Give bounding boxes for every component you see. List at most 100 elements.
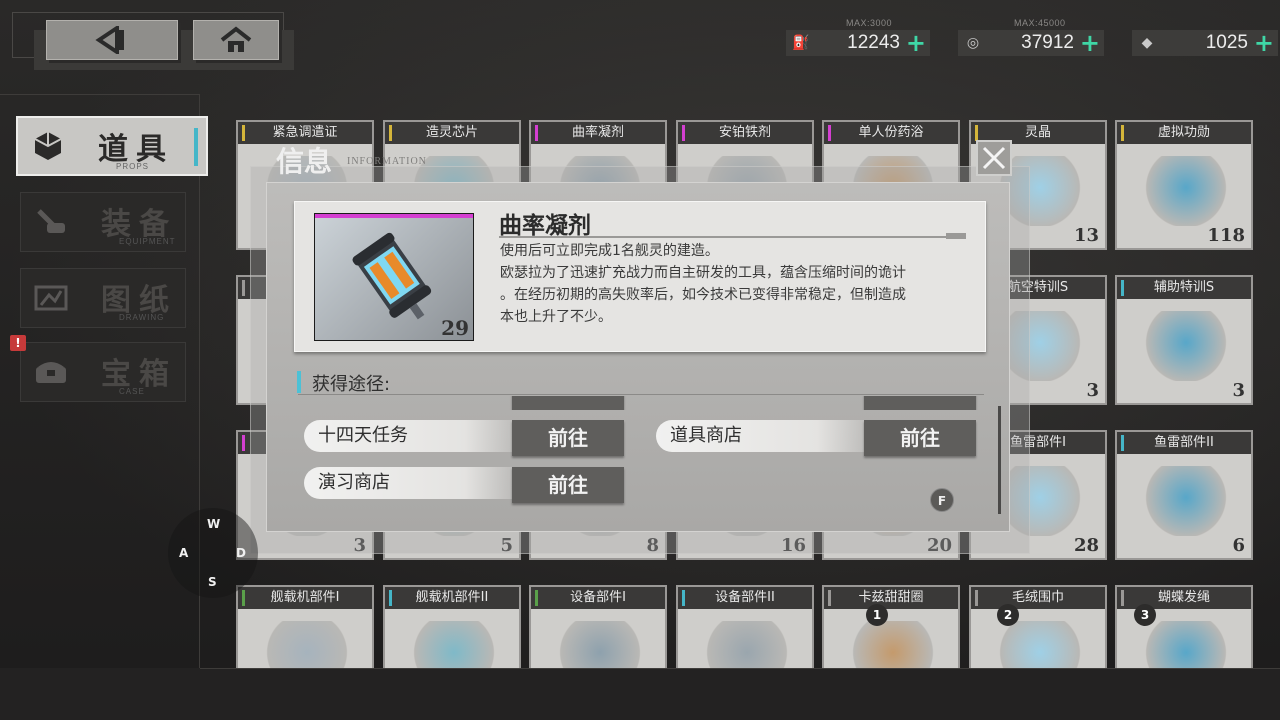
back-button[interactable] bbox=[46, 20, 178, 60]
resource-oil: MAX:3000 ⛽ 12243 + bbox=[786, 18, 930, 56]
sources-title: 获得途径: bbox=[312, 374, 391, 395]
menu-item-equipment[interactable]: 装备 EQUIPMENT bbox=[20, 192, 186, 252]
blueprint-icon bbox=[21, 268, 81, 328]
oil-icon: ⛽ bbox=[792, 35, 810, 51]
sources-accent-bar bbox=[297, 371, 301, 393]
item-card-title: 辅助特训S bbox=[1117, 277, 1251, 299]
item-card-title: 舰载机部件II bbox=[385, 587, 519, 609]
menu-item-drawing[interactable]: 图纸 DRAWING bbox=[20, 268, 186, 328]
rarity-marker bbox=[242, 590, 245, 606]
source-row: 演习商店 前往 bbox=[304, 467, 624, 503]
close-button[interactable] bbox=[976, 140, 1012, 176]
item-thumbnail bbox=[559, 621, 641, 668]
item-thumbnail bbox=[1145, 466, 1227, 536]
item-card[interactable]: 舰载机部件II bbox=[383, 585, 521, 668]
go-button[interactable] bbox=[512, 396, 624, 410]
rarity-marker bbox=[682, 125, 685, 141]
active-indicator bbox=[194, 128, 198, 166]
sources-scrollbar[interactable] bbox=[998, 406, 1001, 514]
item-card[interactable]: 虚拟功勋 118 bbox=[1115, 120, 1253, 250]
item-thumbnail bbox=[852, 621, 934, 668]
item-thumbnail bbox=[266, 621, 348, 668]
rarity-marker bbox=[389, 590, 392, 606]
resource-gem-value: 1025 bbox=[1205, 32, 1248, 53]
s-key-hint: S bbox=[208, 575, 217, 589]
item-card-count: 28 bbox=[1073, 535, 1099, 556]
rarity-marker bbox=[1121, 590, 1124, 606]
a-key-hint: A bbox=[179, 546, 189, 560]
source-label: 十四天任务 bbox=[304, 420, 534, 452]
resource-oil-max: MAX:3000 bbox=[846, 18, 893, 28]
item-card[interactable]: 蝴蝶发绳 bbox=[1115, 585, 1253, 668]
chest-icon bbox=[21, 342, 81, 402]
rarity-marker bbox=[242, 125, 245, 141]
rarity-marker bbox=[828, 590, 831, 606]
rarity-marker bbox=[1121, 435, 1124, 451]
menu-sublabel: DRAWING bbox=[119, 313, 165, 322]
source-label: 道具商店 bbox=[656, 420, 886, 452]
dialog-subtitle: INFORMATION bbox=[347, 156, 427, 167]
go-button[interactable]: 前往 bbox=[512, 420, 624, 456]
item-card[interactable]: 设备部件II bbox=[676, 585, 814, 668]
add-gem-button[interactable]: + bbox=[1254, 31, 1274, 55]
go-button[interactable] bbox=[864, 396, 976, 410]
cannon-icon bbox=[21, 192, 81, 252]
item-card[interactable]: 辅助特训S 3 bbox=[1115, 275, 1253, 405]
coin-icon: ◎ bbox=[966, 35, 980, 51]
source-label: 演习商店 bbox=[304, 467, 534, 499]
d-key-hint: D bbox=[236, 546, 246, 560]
hotkey-2-hint: 2 bbox=[997, 604, 1019, 626]
menu-item-case[interactable]: 宝箱 CASE bbox=[20, 342, 186, 402]
alert-badge: ! bbox=[10, 335, 26, 351]
hotkey-1-hint: 1 bbox=[866, 604, 888, 626]
item-description: 使用后可立即完成1名舰灵的建造。 欧瑟拉为了迅速扩充战力而自主研发的工具，蕴含压… bbox=[500, 240, 940, 328]
rarity-stripe bbox=[315, 214, 473, 218]
item-card-count: 3 bbox=[1086, 380, 1099, 401]
rarity-marker bbox=[975, 590, 978, 606]
description-line: 本也上升了不少。 bbox=[500, 309, 612, 325]
item-card-title: 曲率凝剂 bbox=[531, 122, 665, 144]
item-card-title: 毛绒围巾 bbox=[971, 587, 1105, 609]
resource-gem: ◆ 1025 + bbox=[1132, 30, 1278, 56]
menu-item-props[interactable]: 道具 PROPS bbox=[16, 116, 208, 176]
add-coin-button[interactable]: + bbox=[1080, 31, 1100, 55]
item-card-title: 虚拟功勋 bbox=[1117, 122, 1251, 144]
item-card-title: 安铂铁剂 bbox=[678, 122, 812, 144]
rarity-marker bbox=[1121, 125, 1124, 141]
item-thumbnail bbox=[999, 621, 1081, 668]
description-line: 。在经历初期的高失败率后，如今技术已变得非常稳定，但制造成 bbox=[500, 287, 906, 303]
item-card-title: 卡兹甜甜圈 bbox=[824, 587, 958, 609]
rarity-marker bbox=[242, 435, 245, 451]
w-key-hint: W bbox=[207, 517, 221, 531]
rarity-marker bbox=[242, 280, 245, 296]
wasd-overlay: W A D S bbox=[168, 508, 258, 598]
gem-icon: ◆ bbox=[1141, 35, 1153, 51]
hotkey-3-hint: 3 bbox=[1134, 604, 1156, 626]
item-card-title: 舰载机部件I bbox=[238, 587, 372, 609]
item-card[interactable]: 卡兹甜甜圈 bbox=[822, 585, 960, 668]
menu-sublabel: CASE bbox=[119, 387, 145, 396]
rarity-marker bbox=[389, 125, 392, 141]
divider bbox=[946, 233, 966, 239]
item-card-title: 设备部件II bbox=[678, 587, 812, 609]
go-button[interactable]: 前往 bbox=[864, 420, 976, 456]
home-button[interactable] bbox=[193, 20, 279, 60]
add-oil-button[interactable]: + bbox=[906, 31, 926, 55]
item-card[interactable]: 舰载机部件I bbox=[236, 585, 374, 668]
rarity-marker bbox=[1121, 280, 1124, 296]
item-card[interactable]: 鱼雷部件II 6 bbox=[1115, 430, 1253, 560]
go-button[interactable]: 前往 bbox=[512, 467, 624, 503]
divider bbox=[499, 236, 966, 238]
resource-oil-value: 12243 bbox=[847, 32, 900, 53]
back-arrow-icon bbox=[95, 26, 124, 54]
item-quantity: 29 bbox=[441, 316, 469, 340]
item-thumbnail bbox=[1145, 621, 1227, 668]
rarity-marker bbox=[682, 590, 685, 606]
item-card-title: 单人份药浴 bbox=[824, 122, 958, 144]
menu-sublabel: EQUIPMENT bbox=[119, 237, 176, 246]
item-card[interactable]: 毛绒围巾 bbox=[969, 585, 1107, 668]
item-card-count: 118 bbox=[1207, 225, 1245, 246]
item-card[interactable]: 设备部件I bbox=[529, 585, 667, 668]
side-menu-panel bbox=[0, 94, 200, 720]
source-row: 十四天任务 前往 bbox=[304, 420, 624, 456]
